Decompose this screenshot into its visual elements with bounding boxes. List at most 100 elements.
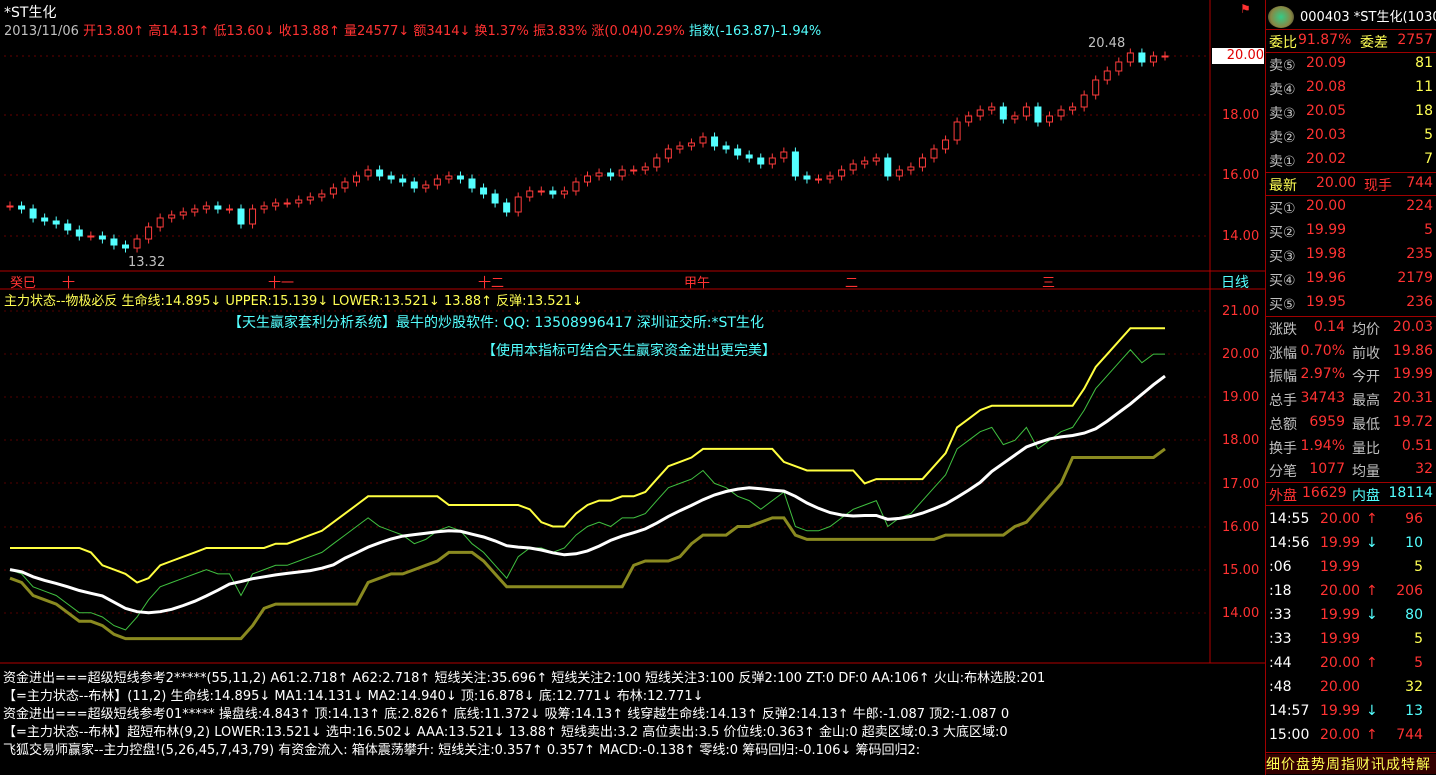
- candle-body: [780, 151, 788, 159]
- candle-body: [641, 166, 649, 171]
- period-button[interactable]: 日线: [1221, 272, 1249, 292]
- candle-body: [526, 190, 534, 198]
- candle-body: [988, 106, 996, 111]
- current-hand-value: 744: [1406, 175, 1433, 191]
- tick-price: 20.00: [1320, 679, 1361, 695]
- quote-row: 总手 34743 最高 20.31: [1266, 387, 1436, 411]
- upper-band-line: [10, 327, 1165, 584]
- index-value: 指数(-163.87)-1.94%: [688, 24, 822, 39]
- tick-arrow: ↑: [1366, 511, 1378, 527]
- indicator-axis-label: 20.00: [1222, 347, 1260, 362]
- quote-row: 买④ 19.96 2179: [1266, 267, 1436, 291]
- ask-volume: 18: [1415, 103, 1433, 119]
- bottom-indicator-line: 资金进出===超级短线参考2*****(55,11,2) A61:2.718↑ …: [3, 671, 1046, 686]
- bid-price: 19.96: [1306, 270, 1347, 286]
- candle-body: [734, 148, 742, 156]
- candle-body: [861, 160, 869, 165]
- tick-volume: 5: [1414, 655, 1423, 671]
- stat-value: 20.03: [1392, 319, 1433, 335]
- inner-value: 18114: [1388, 485, 1433, 501]
- candle-body: [410, 181, 418, 189]
- candle-body: [399, 178, 407, 183]
- quote-side-panel: 000403 *ST生化(1030) 委比 91.87% 委差 2757 卖⑤ 2…: [1265, 0, 1436, 775]
- candle-body: [503, 202, 511, 213]
- candle-body: [98, 235, 106, 240]
- candle-body: [722, 145, 730, 150]
- tick-arrow: ↑: [1366, 727, 1378, 743]
- quote-row: 卖① 20.02 7: [1266, 148, 1436, 172]
- bid-volume: 235: [1406, 246, 1433, 262]
- candle-body: [838, 169, 846, 177]
- candle-body: [803, 175, 811, 180]
- tick-time: :48: [1269, 679, 1292, 695]
- tick-price: 19.99: [1320, 607, 1361, 623]
- candle-body: [1080, 94, 1088, 108]
- stat-label: 最低: [1352, 416, 1380, 433]
- candle-body: [1046, 115, 1053, 123]
- bid-label: 买⑤: [1269, 297, 1296, 313]
- stat-value: 19.86: [1392, 342, 1433, 359]
- weicha-value: 2757: [1397, 32, 1433, 48]
- candle-body: [791, 151, 799, 177]
- chart-area[interactable]: *ST生化 2013/11/06 开13.80↑ 高14.13↑ 低13.60↓…: [0, 0, 1265, 775]
- candle-body: [306, 196, 314, 201]
- quote-row: 振幅 2.97% 今开 19.99: [1266, 363, 1436, 387]
- tick-arrow: ↑: [1366, 655, 1378, 671]
- bid-label: 买②: [1269, 225, 1296, 241]
- candle-body: [560, 190, 568, 195]
- stat-value: 20.31: [1392, 390, 1433, 407]
- stat-value: 19.99: [1392, 366, 1433, 383]
- stock-title: *ST生化: [4, 5, 57, 21]
- ask-price: 20.05: [1306, 103, 1347, 119]
- low-annotation: 13.32: [128, 255, 166, 270]
- tick-volume: 96: [1405, 511, 1423, 527]
- candlestick-chart[interactable]: [0, 0, 1265, 775]
- candle-body: [953, 121, 961, 141]
- candle-body: [918, 157, 926, 168]
- ask-price: 20.02: [1306, 151, 1347, 167]
- current-price-tag: 20.00: [1212, 48, 1264, 64]
- tick-volume: 80: [1405, 607, 1423, 623]
- ask-price: 20.03: [1306, 127, 1347, 143]
- candle-body: [318, 193, 326, 198]
- quote-row: 换手 1.94% 量比 0.51: [1266, 435, 1436, 459]
- high-annotation: 20.48: [1088, 36, 1126, 51]
- ask-volume: 81: [1415, 55, 1433, 71]
- flag-icon[interactable]: ⚑: [1240, 2, 1251, 16]
- candle-body: [64, 223, 72, 231]
- tick-price: 20.00: [1320, 511, 1361, 527]
- time-label: 十一: [268, 276, 295, 291]
- tick-time: 14:56: [1269, 535, 1310, 551]
- candle-body: [1069, 106, 1077, 111]
- tick-volume: 10: [1405, 535, 1423, 551]
- candle-body: [676, 145, 684, 150]
- candle-body: [341, 181, 349, 189]
- candle-body: [225, 208, 233, 211]
- tick-price: 19.99: [1320, 559, 1361, 575]
- candle-body: [191, 208, 199, 213]
- candle-body: [895, 169, 903, 177]
- latest-row: 最新 20.00 现手 744: [1266, 172, 1436, 196]
- candle-body: [549, 190, 557, 195]
- tick-time: :33: [1269, 631, 1292, 647]
- candle-body: [1149, 55, 1157, 63]
- stat-value: 19.72: [1392, 413, 1433, 430]
- bottom-tabs[interactable]: 细价盘势周指财讯成特解: [1266, 754, 1436, 774]
- quote-row: 15:00 20.00 ↑ 744: [1266, 724, 1436, 748]
- bottom-indicator-line: 【=主力状态--布林】(11,2) 生命线:14.895↓ MA1:14.131…: [3, 689, 704, 704]
- candle-body: [1011, 115, 1019, 120]
- quote-row: 14:55 20.00 ↑ 96: [1266, 508, 1436, 532]
- bid-volume: 236: [1406, 294, 1433, 310]
- time-label: 甲午: [684, 276, 711, 291]
- tick-volume: 206: [1396, 583, 1423, 599]
- candle-body: [480, 187, 488, 195]
- tick-volume: 13: [1405, 703, 1423, 719]
- bid-price: 19.98: [1306, 246, 1347, 262]
- candle-body: [110, 238, 118, 246]
- ask-label: 卖①: [1269, 154, 1296, 170]
- tick-price: 20.00: [1320, 655, 1361, 671]
- candle-body: [295, 199, 303, 204]
- life-line: [9, 374, 1166, 615]
- candle-body: [1057, 109, 1065, 117]
- candle-body: [1022, 106, 1030, 117]
